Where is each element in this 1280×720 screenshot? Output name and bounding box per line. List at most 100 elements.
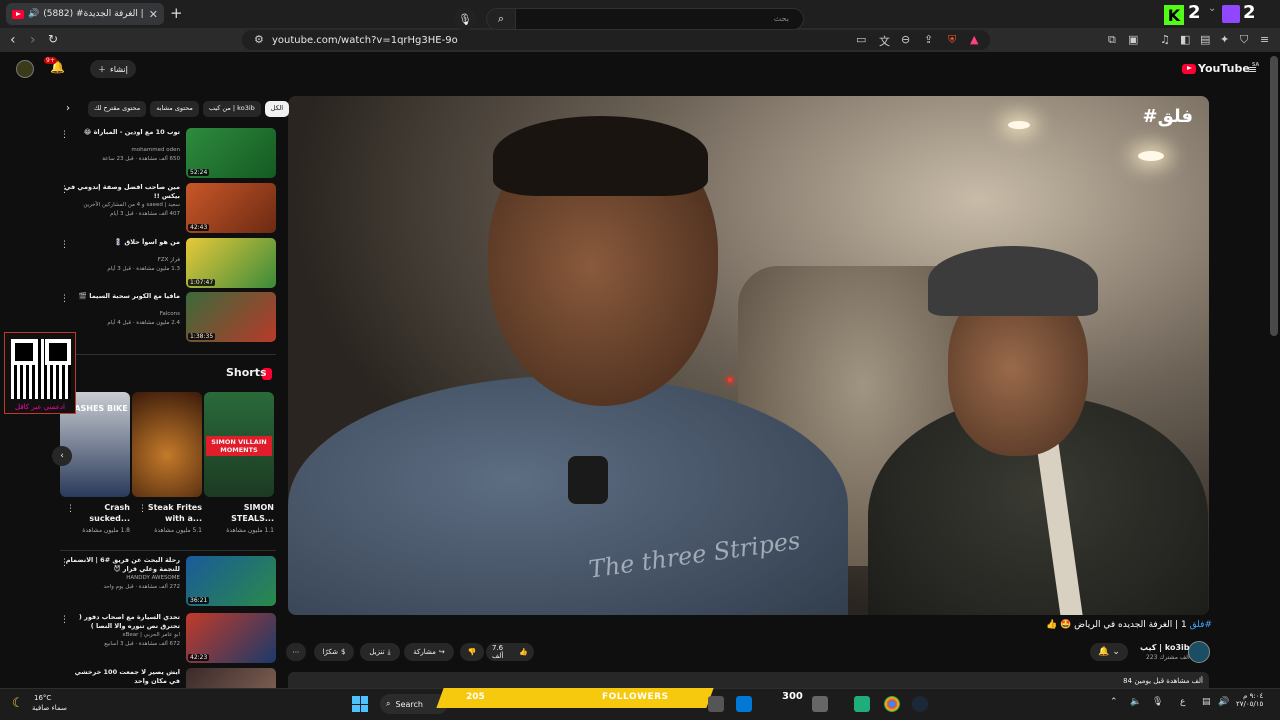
more-vert-icon[interactable]: ⋮ bbox=[60, 615, 69, 625]
reload-icon[interactable]: ↻ bbox=[48, 32, 58, 46]
voice-search-button[interactable]: 🎙 bbox=[454, 8, 476, 30]
more-vert-icon[interactable]: ⋮ bbox=[60, 558, 69, 568]
url-field[interactable]: ⚙ youtube.com/watch?v=1qrHg3HE-9o bbox=[242, 30, 990, 50]
video-thumbnail[interactable]: 36:21 bbox=[186, 556, 276, 606]
leo-icon[interactable]: ✦ bbox=[1220, 33, 1229, 46]
audio-icon[interactable]: 🔊 bbox=[28, 9, 39, 19]
download-button[interactable]: تنزيل ⤓ bbox=[360, 643, 400, 661]
windows-start-icon[interactable] bbox=[352, 696, 368, 712]
app-icon[interactable] bbox=[854, 696, 870, 712]
vscode-icon[interactable] bbox=[736, 696, 752, 712]
share-icon[interactable]: ⇪ bbox=[924, 33, 933, 46]
channel-name[interactable]: كيب | ko3ib bbox=[1140, 643, 1190, 652]
recommendation-item[interactable]: 42:43 مين صاحب افضل وصفة إندومي في بيكس … bbox=[60, 183, 276, 233]
recommendation-item[interactable]: 1:07:47 من هو اسوأ حلاق 💈 فراز FZX 1.3 م… bbox=[60, 238, 276, 288]
speaker-muted-icon[interactable]: 🔈 bbox=[1130, 697, 1141, 707]
video-title[interactable]: رحلة البحث عن فريق #6 | الانضمام للنجمة … bbox=[64, 556, 180, 574]
cast-icon[interactable]: ▭ bbox=[856, 33, 866, 46]
more-vert-icon[interactable]: ⋮ bbox=[60, 185, 69, 195]
video-thumbnail[interactable]: 1:07:47 bbox=[186, 238, 276, 288]
zoom-icon[interactable]: ⊖ bbox=[901, 33, 910, 46]
share-button[interactable]: مشاركة ↪ bbox=[404, 643, 454, 661]
chip-from-channel[interactable]: من كيب | ko3ib bbox=[202, 101, 261, 117]
create-button[interactable]: ＋ إنشاء bbox=[90, 60, 136, 78]
channel-name[interactable]: ابو عامر الحربي | xBear bbox=[64, 631, 180, 640]
video-player[interactable]: The three Stripes #فلق bbox=[288, 96, 1209, 615]
more-vert-icon[interactable]: ⋮ bbox=[66, 504, 75, 514]
new-tab-button[interactable]: + bbox=[170, 4, 183, 22]
chip-all[interactable]: الكل bbox=[264, 101, 290, 117]
shorts-prev-icon[interactable]: ‹ bbox=[52, 446, 72, 466]
recommendation-item[interactable]: 52:24 توب 10 مع اودين - المباراة 😂 moham… bbox=[60, 128, 276, 178]
close-tab-icon[interactable]: ✕ bbox=[149, 8, 158, 21]
more-actions-button[interactable]: ⋯ bbox=[286, 643, 306, 661]
video-title[interactable]: تحدي السيارة مع اصحاب دفور ( تحترق نص تن… bbox=[64, 613, 180, 631]
recommendation-item[interactable]: 42:23 تحدي السيارة مع اصحاب دفور ( تحترق… bbox=[60, 613, 276, 663]
extensions-icon[interactable]: ⧉ bbox=[1108, 33, 1116, 47]
more-vert-icon[interactable]: ⋮ bbox=[60, 130, 69, 140]
channel-avatar[interactable] bbox=[1188, 641, 1210, 663]
chips-next-icon[interactable]: › bbox=[66, 103, 70, 114]
brave-shield-icon[interactable]: ⛨ bbox=[948, 33, 956, 47]
channel-name[interactable]: HANDDY AWESOME bbox=[64, 574, 180, 583]
clock[interactable]: ٩:٠٤ م ٢٧/٠٥/١٥ bbox=[1236, 692, 1263, 708]
chevron-down-icon[interactable]: ⌄ bbox=[1208, 3, 1216, 14]
short-title[interactable]: Steak Frites with a... bbox=[138, 502, 202, 524]
recommendation-item[interactable]: ايش يصير لا جمعت 100 خرخشي في مكان واحد bbox=[60, 668, 276, 688]
app-icon[interactable] bbox=[812, 696, 828, 712]
wifi-icon[interactable]: ▤ bbox=[1202, 697, 1211, 707]
short-title[interactable]: Crash sucked... bbox=[66, 502, 130, 524]
twitch-extension-icon[interactable] bbox=[1222, 5, 1240, 23]
chrome-icon[interactable] bbox=[884, 696, 900, 712]
qr-code-overlay[interactable]: ادعمني عبر كافل bbox=[4, 332, 76, 414]
dislike-button[interactable]: 👎 bbox=[460, 643, 484, 661]
channel-name[interactable]: فراز FZX bbox=[64, 256, 180, 265]
app-icon[interactable] bbox=[708, 696, 724, 712]
short-thumbnail[interactable] bbox=[132, 392, 202, 497]
video-thumbnail[interactable]: 42:23 bbox=[186, 613, 276, 663]
subscribed-button[interactable]: 🔔 ⌄ bbox=[1090, 643, 1128, 661]
back-icon[interactable]: ‹ bbox=[10, 32, 16, 48]
channel-name[interactable]: mohammed oden bbox=[64, 146, 180, 155]
video-title[interactable]: توب 10 مع اودين - المباراة 😂 bbox=[64, 128, 180, 146]
wallet-icon[interactable]: ▣ bbox=[1128, 33, 1138, 46]
brave-rewards-icon[interactable]: ▲ bbox=[970, 33, 978, 46]
input-language[interactable]: ع bbox=[1180, 697, 1185, 707]
vpn-icon[interactable]: ⛉ bbox=[1240, 33, 1248, 47]
browser-tab-active[interactable]: 🔊 (5882) #فلق 1 | الغرفة الجديدة ✕ bbox=[6, 3, 164, 25]
video-title[interactable]: من هو اسوأ حلاق 💈 bbox=[64, 238, 180, 256]
more-vert-icon[interactable]: ⋮ bbox=[60, 294, 69, 304]
recommendation-item[interactable]: 1:38:35 مافيا مع الكوبر سحبة السيما 🎬 Fa… bbox=[60, 292, 276, 342]
page-scrollbar[interactable] bbox=[1270, 56, 1278, 336]
menu-icon[interactable]: ≡ bbox=[1260, 33, 1269, 46]
kick-extension-icon[interactable]: K bbox=[1164, 5, 1184, 25]
sidebar-icon[interactable]: ◧ bbox=[1180, 33, 1190, 46]
like-button[interactable]: 7.6 ألف 👍 bbox=[486, 643, 534, 661]
video-title[interactable]: مين صاحب افضل وصفة إندومي في بيكس !! bbox=[64, 183, 180, 201]
wallet2-icon[interactable]: ▤ bbox=[1200, 33, 1210, 46]
notifications-button[interactable]: 🔔 9+ bbox=[44, 57, 65, 74]
avatar[interactable] bbox=[16, 60, 34, 78]
short-title[interactable]: SIMON STEALS... bbox=[210, 502, 274, 524]
recommendation-item[interactable]: 36:21 رحلة البحث عن فريق #6 | الانضمام ل… bbox=[60, 556, 276, 606]
channel-name[interactable]: سعيد | saeed و 4 من المشاركين الآخرين bbox=[64, 201, 180, 210]
chip-recommended[interactable]: محتوى مقترح لك bbox=[88, 101, 147, 117]
steam-icon[interactable] bbox=[912, 696, 928, 712]
video-thumbnail[interactable]: 42:43 bbox=[186, 183, 276, 233]
guide-menu-icon[interactable]: ≡ bbox=[1248, 63, 1257, 76]
mic-icon[interactable]: 🎙 bbox=[1152, 697, 1163, 707]
channel-name[interactable]: Falcons bbox=[64, 310, 180, 319]
search-input[interactable]: بحث bbox=[512, 8, 804, 30]
thanks-button[interactable]: شكرًا $ bbox=[314, 643, 354, 661]
translate-icon[interactable]: 文 bbox=[879, 33, 890, 49]
short-thumbnail[interactable]: SIMON VILLAIN MOMENTS bbox=[204, 392, 274, 497]
media-icon[interactable]: ♫ bbox=[1160, 33, 1170, 46]
video-title-hashtag[interactable]: #فلق bbox=[1190, 620, 1212, 630]
chevron-up-icon[interactable]: ⌃ bbox=[1110, 697, 1118, 707]
chip-related[interactable]: محتوى مشابه bbox=[150, 101, 199, 117]
video-thumbnail[interactable]: 52:24 bbox=[186, 128, 276, 178]
video-title[interactable]: ايش يصير لا جمعت 100 خرخشي في مكان واحد bbox=[64, 668, 180, 686]
more-vert-icon[interactable]: ⋮ bbox=[138, 504, 147, 514]
more-vert-icon[interactable]: ⋮ bbox=[60, 240, 69, 250]
video-thumbnail[interactable] bbox=[186, 668, 276, 688]
